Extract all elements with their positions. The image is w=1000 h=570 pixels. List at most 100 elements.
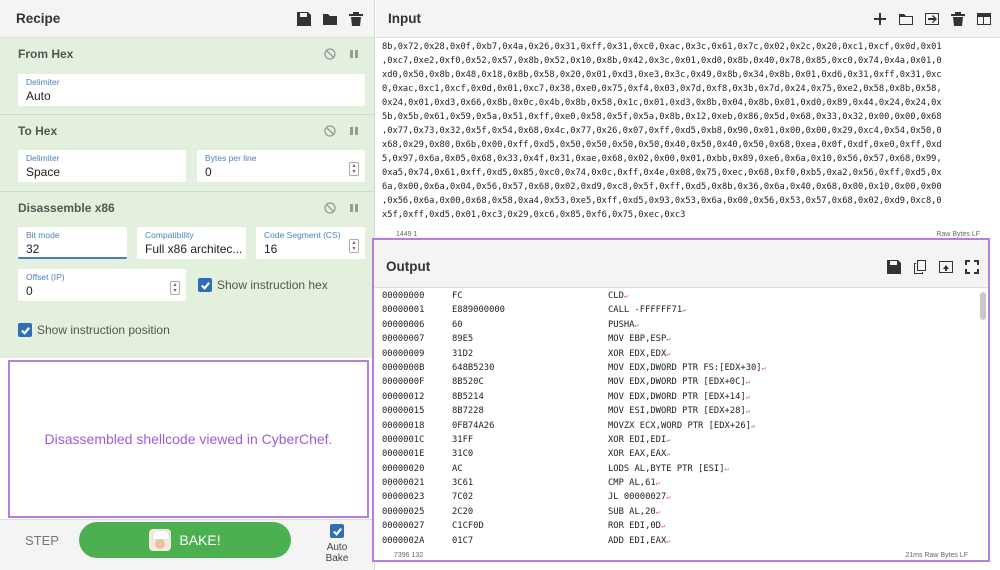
field-value: Auto bbox=[26, 89, 51, 103]
disasm-row: 00000000 FC CLD↵ bbox=[382, 289, 972, 303]
checkbox-checked-icon[interactable] bbox=[18, 323, 32, 337]
number-stepper[interactable]: ▴ ▾ bbox=[349, 162, 359, 176]
pause-icon[interactable] bbox=[348, 48, 360, 60]
disasm-row: 00000015 8B7228 MOV ESI,DWORD PTR [EDX+28]… bbox=[382, 404, 972, 418]
output-pane: Output 00000000 FC CLD↵ 00000001 E889000000 C… bbox=[372, 238, 990, 562]
recipe-pane: Recipe From Hex Delimiter Auto To Hex De… bbox=[0, 0, 375, 570]
folder-icon[interactable] bbox=[898, 11, 914, 27]
instruction-hex: 8B5214 bbox=[452, 391, 484, 402]
checkbox-checked-icon[interactable] bbox=[330, 524, 344, 538]
step-button[interactable]: STEP bbox=[25, 533, 59, 548]
field-value: 0 bbox=[26, 284, 33, 298]
input-pane: Input 8b,0x72,0x28,0x0f,0xb7,0x4a,0x26,0… bbox=[376, 0, 1000, 240]
bytes-per-line-input[interactable]: Bytes per line 0 ▴ ▾ bbox=[197, 150, 365, 182]
disasm-row: 0000000B 648B5230 MOV EDX,DWORD PTR FS:[ED… bbox=[382, 361, 972, 375]
number-stepper[interactable]: ▴ ▾ bbox=[170, 281, 180, 295]
input-line: x5f,0xff,0xd5,0x01,0xc3,0x29,0xc6,0x85,0… bbox=[382, 210, 686, 220]
field-value: 16 bbox=[264, 242, 278, 256]
instruction-text: CALL -FFFFFF71↵ bbox=[608, 305, 687, 316]
bit-mode-select[interactable]: Bit mode 32 bbox=[18, 227, 127, 259]
input-line: ,0x77,0x73,0x32,0x5f,0x54,0x68,0x4c,0x77… bbox=[382, 126, 942, 136]
input-line: 5b,0x5b,0x61,0x59,0x5a,0x51,0xff,0xe0,0x… bbox=[382, 112, 942, 122]
auto-bake-label: Auto Bake bbox=[325, 542, 349, 564]
disable-icon[interactable] bbox=[324, 202, 336, 214]
disasm-row: 0000002A 01C7 ADD EDI,EAX↵ bbox=[382, 534, 972, 547]
input-line: ,0x56,0x6a,0x00,0x68,0x58,0xa4,0x53,0xe5… bbox=[382, 196, 942, 206]
line-end-icon: ↵ bbox=[682, 306, 687, 315]
instruction-text: XOR EAX,EAX↵ bbox=[608, 449, 671, 460]
instruction-address: 00000027 bbox=[382, 521, 425, 532]
replace-input-icon[interactable] bbox=[938, 259, 954, 275]
bake-button[interactable]: BAKE! bbox=[79, 522, 291, 558]
show-instruction-hex-checkbox[interactable]: Show instruction hex bbox=[198, 278, 328, 292]
copy-icon[interactable] bbox=[912, 259, 928, 275]
disasm-row: 0000000F 8B520C MOV EDX,DWORD PTR [EDX+0C]… bbox=[382, 375, 972, 389]
pause-icon[interactable] bbox=[348, 202, 360, 214]
output-title: Output bbox=[386, 259, 431, 274]
output-encoding[interactable]: 21ms Raw Bytes LF bbox=[905, 552, 968, 559]
compatibility-select[interactable]: Compatibility Full x86 architec... bbox=[137, 227, 246, 259]
auto-bake-toggle[interactable]: Auto Bake bbox=[314, 524, 360, 564]
pause-icon[interactable] bbox=[348, 125, 360, 137]
line-end-icon: ↵ bbox=[660, 522, 666, 531]
op-title: Disassemble x86 bbox=[18, 201, 115, 215]
delimiter-select[interactable]: Delimiter Auto bbox=[18, 74, 365, 106]
field-label: Delimiter bbox=[26, 77, 60, 87]
instruction-hex: 31C0 bbox=[452, 449, 474, 460]
disable-icon[interactable] bbox=[324, 48, 336, 60]
number-stepper[interactable]: ▴ ▾ bbox=[349, 239, 359, 253]
input-line: 8b,0x72,0x28,0x0f,0xb7,0x4a,0x26,0x31,0x… bbox=[382, 42, 942, 52]
instruction-hex: 60 bbox=[452, 319, 463, 330]
field-label: Delimiter bbox=[26, 153, 60, 163]
input-length-count: 1449 1 bbox=[396, 230, 418, 238]
field-label: Offset (IP) bbox=[26, 272, 65, 282]
output-status-bar: 7396 132 21ms Raw Bytes LF bbox=[374, 548, 988, 562]
instruction-text: PUSHA↵ bbox=[608, 319, 639, 330]
maximize-icon[interactable] bbox=[964, 259, 980, 275]
trash-icon[interactable] bbox=[950, 11, 966, 27]
output-header: Output bbox=[374, 240, 988, 288]
layout-icon[interactable] bbox=[976, 11, 992, 27]
disasm-row: 00000027 C1CF0D ROR EDI,0D↵ bbox=[382, 519, 972, 533]
line-end-icon: ↵ bbox=[655, 479, 660, 488]
instruction-hex: 31D2 bbox=[452, 348, 474, 359]
disasm-row: 00000025 2C20 SUB AL,20↵ bbox=[382, 505, 972, 519]
disasm-row: 0000001C 31FF XOR EDI,EDI↵ bbox=[382, 433, 972, 447]
output-scrollbar[interactable] bbox=[980, 292, 986, 320]
instruction-hex: E889000000 bbox=[452, 305, 505, 316]
op-from-hex: From Hex Delimiter Auto bbox=[0, 38, 374, 115]
op-disassemble-x86: Disassemble x86 Bit mode 32 Compatibilit… bbox=[0, 192, 374, 358]
instruction-address: 0000000F bbox=[382, 377, 425, 388]
folder-icon[interactable] bbox=[322, 11, 338, 27]
input-encoding[interactable]: Raw Bytes LF bbox=[936, 231, 980, 238]
add-icon[interactable] bbox=[872, 11, 888, 27]
instruction-address: 00000021 bbox=[382, 478, 425, 489]
disable-icon[interactable] bbox=[324, 125, 336, 137]
show-instruction-position-checkbox[interactable]: Show instruction position bbox=[18, 323, 170, 337]
instruction-text: ADD EDI,EAX↵ bbox=[608, 535, 671, 546]
code-segment-input[interactable]: Code Segment (CS) 16 ▴ ▾ bbox=[256, 227, 365, 259]
input-line: 6a,0x00,0x6a,0x04,0x56,0x57,0x68,0x02,0x… bbox=[382, 182, 942, 192]
instruction-hex: 2C20 bbox=[452, 506, 474, 517]
save-icon[interactable] bbox=[886, 259, 902, 275]
instruction-address: 0000000B bbox=[382, 362, 425, 373]
line-end-icon: ↵ bbox=[751, 421, 756, 430]
input-textarea[interactable]: 8b,0x72,0x28,0x0f,0xb7,0x4a,0x26,0x31,0x… bbox=[382, 40, 990, 225]
instruction-address: 00000000 bbox=[382, 291, 425, 301]
instruction-hex: AC bbox=[452, 463, 463, 474]
save-icon[interactable] bbox=[296, 11, 312, 27]
line-end-icon: ↵ bbox=[666, 450, 671, 459]
instruction-text: MOV ESI,DWORD PTR [EDX+28]↵ bbox=[608, 406, 750, 417]
bake-bar: STEP BAKE! Auto Bake bbox=[0, 519, 374, 570]
offset-ip-input[interactable]: Offset (IP) 0 ▴ ▾ bbox=[18, 269, 186, 301]
annotation-caption: Disassembled shellcode viewed in CyberCh… bbox=[44, 431, 333, 447]
recipe-operations: From Hex Delimiter Auto To Hex Delimiter… bbox=[0, 38, 374, 358]
trash-icon[interactable] bbox=[348, 11, 364, 27]
annotation-box: Disassembled shellcode viewed in CyberCh… bbox=[8, 360, 369, 518]
delimiter-select[interactable]: Delimiter Space bbox=[18, 150, 186, 182]
checkbox-checked-icon[interactable] bbox=[198, 278, 212, 292]
open-file-icon[interactable] bbox=[924, 11, 940, 27]
checkbox-label: Show instruction position bbox=[37, 323, 170, 337]
disasm-row: 00000021 3C61 CMP AL,61↵ bbox=[382, 476, 972, 490]
output-text[interactable]: 00000000 FC CLD↵ 00000001 E889000000 CALL -FF… bbox=[382, 289, 972, 547]
